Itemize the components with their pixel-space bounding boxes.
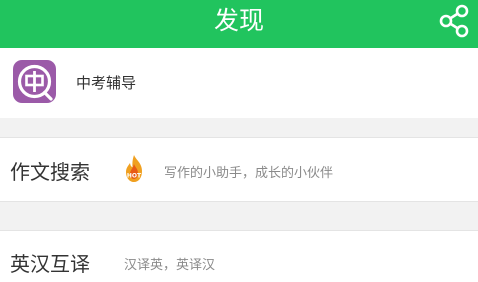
page-title: 发现: [213, 6, 264, 35]
list-item-zhongkao[interactable]: 中考辅导: [0, 48, 478, 118]
list-item-label: 中考辅导: [76, 74, 137, 92]
list-item-label: 作文搜索: [10, 160, 90, 184]
list-item-translate[interactable]: 英汉互译 汉译英，英译汉: [0, 230, 478, 282]
list-item-label: 英汉互译: [10, 252, 90, 276]
list-item-description: 写作的小助手，成长的小伙伴: [164, 166, 334, 181]
svg-text:HOT: HOT: [127, 173, 142, 180]
app-header: 发现: [0, 0, 478, 48]
hot-fire-icon: HOT: [122, 154, 146, 184]
share-icon[interactable]: [438, 4, 470, 38]
list-item-description: 汉译英，英译汉: [124, 258, 216, 273]
list-item-essay-search[interactable]: 作文搜索 HOT 写作的小助手，成长的小伙伴: [0, 137, 478, 202]
zhong-app-icon: [13, 60, 56, 103]
